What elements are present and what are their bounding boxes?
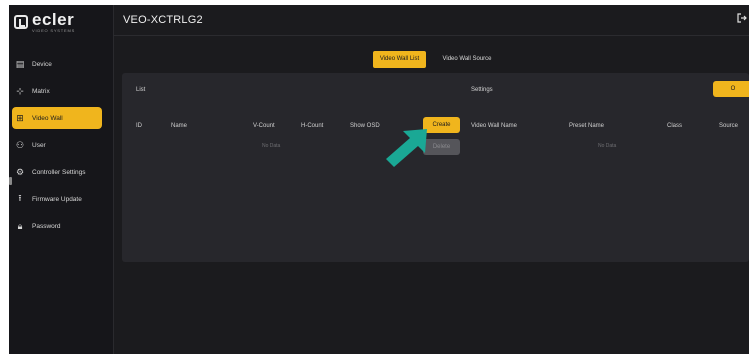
column-header-source: Source — [719, 123, 739, 129]
logo-mark-icon — [14, 15, 28, 29]
grid-icon: ⊞ — [16, 112, 24, 123]
panel-action-button[interactable]: O — [713, 81, 749, 97]
sidebar-item-label: Matrix — [32, 87, 50, 95]
matrix-icon: ⊹ — [16, 85, 24, 96]
sidebar-collapse-handle[interactable] — [9, 177, 12, 185]
sidebar-nav: ▤ Device ⊹ Matrix ⊞ Video Wall ⚇ User ⚙ … — [9, 53, 113, 242]
sidebar: ecler VIDEO SYSTEMS ▤ Device ⊹ Matrix ⊞ … — [9, 5, 114, 354]
page-title: VEO-XCTRLG2 — [123, 14, 203, 26]
column-header-class: Class — [667, 123, 683, 129]
sidebar-item-matrix[interactable]: ⊹ Matrix — [9, 80, 113, 102]
logout-icon[interactable] — [737, 13, 747, 26]
column-header-h-count: H-Count — [301, 123, 324, 129]
lock-icon: 🔒︎ — [17, 220, 23, 231]
upload-icon: ⭱ — [18, 193, 22, 203]
sidebar-item-label: User — [32, 141, 46, 149]
app-window: ecler VIDEO SYSTEMS ▤ Device ⊹ Matrix ⊞ … — [9, 5, 749, 354]
sidebar-item-label: Firmware Update — [32, 195, 82, 203]
sidebar-item-label: Password — [32, 222, 61, 230]
column-header-show-osd: Show OSD — [350, 123, 380, 129]
column-header-v-count: V-Count — [253, 123, 275, 129]
sidebar-item-label: Device — [32, 60, 52, 68]
tab-video-wall-source[interactable]: Video Wall Source — [436, 51, 498, 68]
column-header-video-wall-name: Video Wall Name — [471, 123, 518, 129]
sidebar-item-device[interactable]: ▤ Device — [9, 53, 113, 75]
ecler-logo: ecler VIDEO SYSTEMS — [14, 11, 75, 33]
column-header-id: ID — [136, 123, 142, 129]
sidebar-item-password[interactable]: 🔒︎ Password — [9, 215, 113, 237]
logo-name: ecler — [32, 10, 75, 29]
no-data-right: No Data — [598, 143, 617, 149]
column-header-name: Name — [171, 123, 188, 129]
user-icon: ⚇ — [15, 139, 25, 150]
tab-video-wall-list[interactable]: Video Wall List — [373, 51, 426, 68]
settings-label: Settings — [471, 87, 493, 93]
device-icon: ▤ — [15, 58, 25, 69]
sidebar-item-controller-settings[interactable]: ⚙ Controller Settings — [9, 161, 113, 183]
sidebar-item-label: Video Wall — [32, 114, 63, 122]
logo-subtitle: VIDEO SYSTEMS — [32, 28, 76, 33]
pointer-arrow-icon — [383, 125, 439, 176]
list-label: List — [136, 87, 146, 93]
sidebar-item-label: Controller Settings — [32, 168, 86, 176]
gear-icon: ⚙ — [15, 166, 25, 177]
sidebar-item-firmware-update[interactable]: ⭱ Firmware Update — [9, 188, 113, 210]
header-divider — [113, 35, 749, 36]
sidebar-item-video-wall[interactable]: ⊞ Video Wall — [12, 107, 102, 129]
sidebar-item-user[interactable]: ⚇ User — [9, 134, 113, 156]
no-data-left: No Data — [262, 143, 281, 149]
column-header-preset-name: Preset Name — [569, 123, 605, 129]
